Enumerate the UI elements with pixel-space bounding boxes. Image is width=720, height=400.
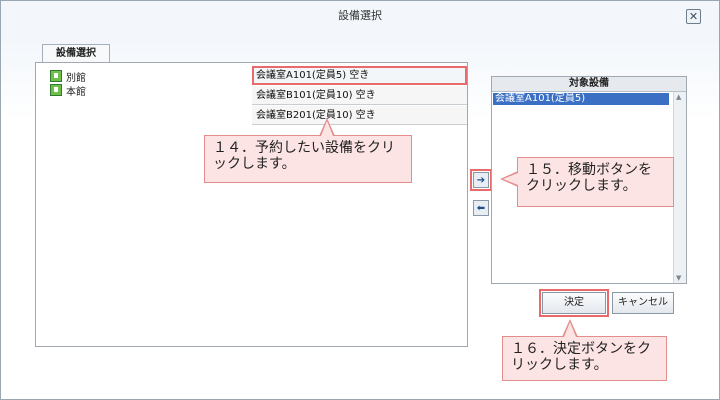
callout-16-tail-fill [564, 322, 576, 337]
tree-item-annex[interactable]: 別館 [50, 69, 86, 84]
tree-item-label: 本館 [66, 86, 86, 98]
arrow-left-icon: ⬅ [476, 202, 486, 214]
target-list-header: 対象設備 [492, 77, 686, 92]
tree-item-label: 別館 [66, 72, 86, 84]
room-item-a101[interactable]: 会議室A101(定員5) 空き [252, 66, 467, 85]
callout-14: １４．予約したい設備をクリックします。 [204, 135, 412, 183]
building-icon [50, 70, 62, 82]
callout-16: １６．決定ボタンをクリックします。 [502, 336, 667, 381]
room-list-panel: 会議室A101(定員5) 空き 会議室B101(定員10) 空き 会議室B201… [252, 62, 468, 347]
cancel-button[interactable]: キャンセル [612, 292, 674, 314]
arrow-right-icon: ➔ [476, 174, 486, 186]
callout-15-tail-fill [503, 173, 518, 185]
tree-item-main[interactable]: 本館 [50, 83, 86, 98]
building-tree-panel: 別館 本館 [35, 62, 254, 347]
target-list-item[interactable]: 会議室A101(定員5) [493, 93, 669, 105]
building-icon [50, 84, 62, 96]
close-icon[interactable]: ✕ [686, 9, 701, 24]
callout-14-tail-fill [321, 121, 333, 136]
scroll-down-icon[interactable]: ▼ [676, 274, 681, 282]
dialog-title: 設備選択 [338, 9, 382, 22]
callout-15: １５．移動ボタンをクリックします。 [517, 157, 674, 207]
room-item-b101[interactable]: 会議室B101(定員10) 空き [252, 86, 467, 105]
target-list-scrollbar[interactable]: ▲ ▼ [673, 92, 686, 283]
tab-equipment-select[interactable]: 設備選択 [42, 44, 110, 63]
equipment-select-dialog: 設備選択 ✕ 設備選択 別館 本館 会議室A101(定員5) 空き 会議室B10… [0, 0, 720, 400]
decide-button[interactable]: 決定 [539, 289, 609, 317]
room-item-b201[interactable]: 会議室B201(定員10) 空き [252, 106, 467, 125]
move-left-button[interactable]: ⬅ [473, 200, 489, 216]
title-bar: 設備選択 ✕ [1, 1, 719, 29]
scroll-up-icon[interactable]: ▲ [676, 93, 681, 101]
move-right-button[interactable]: ➔ [470, 169, 492, 191]
